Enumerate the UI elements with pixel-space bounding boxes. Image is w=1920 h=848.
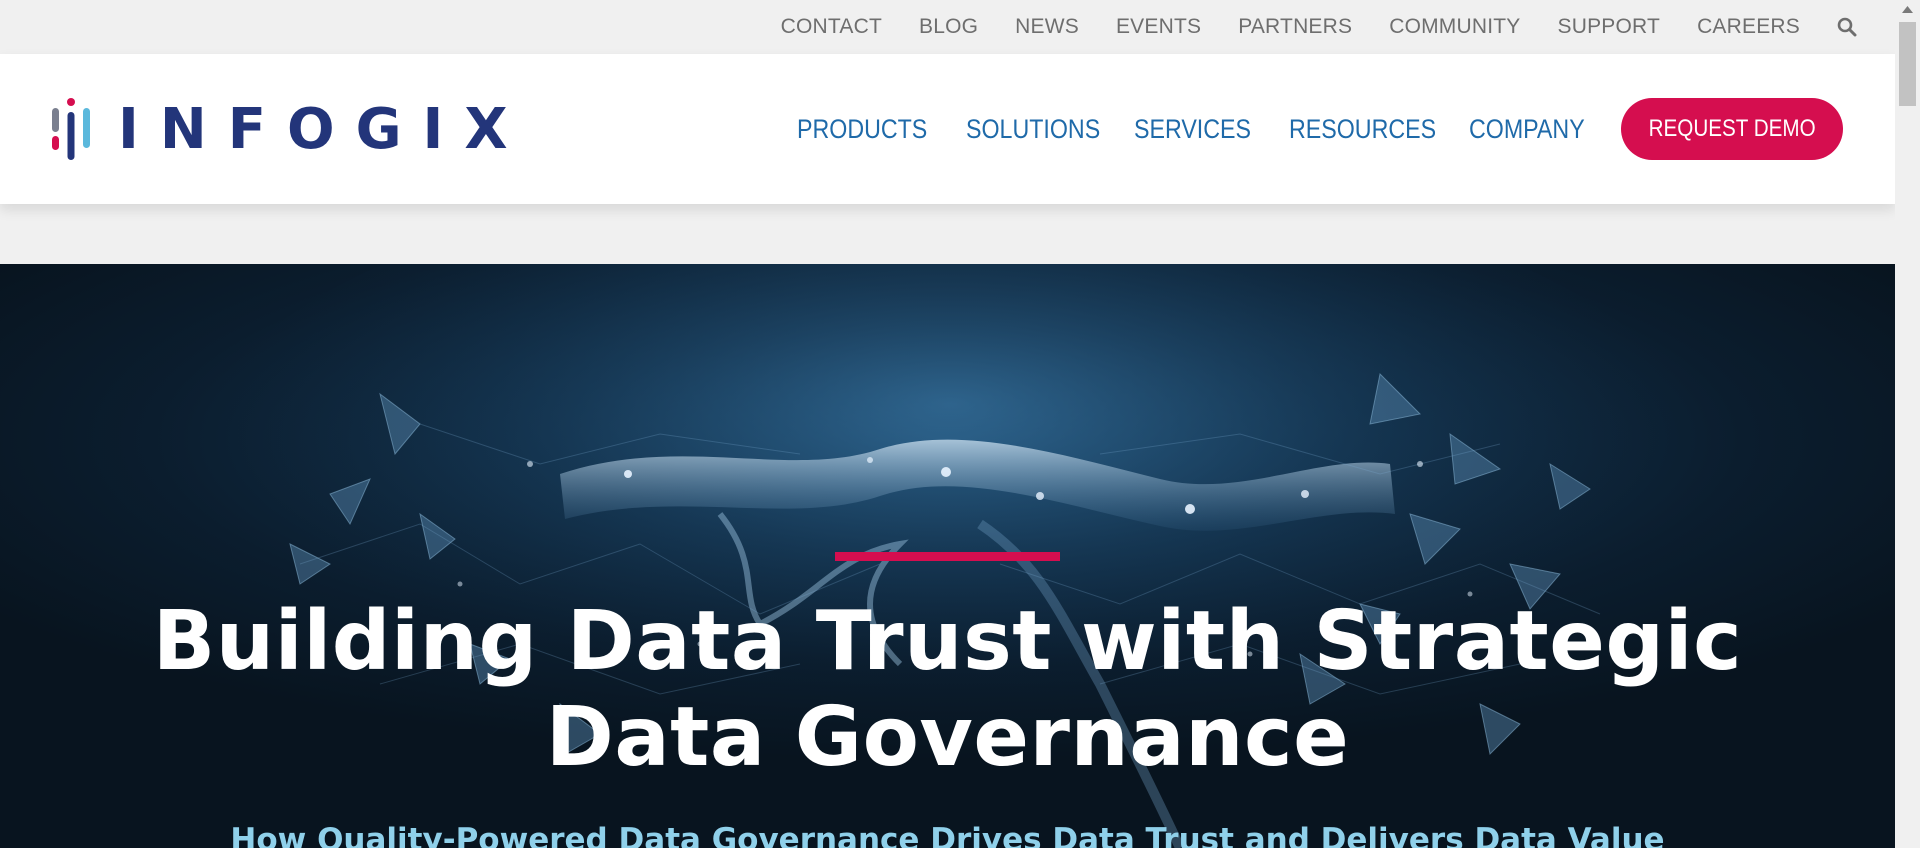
page-scrollbar[interactable]: [1895, 0, 1920, 848]
nav-resources[interactable]: RESOURCES: [1289, 114, 1436, 145]
utility-link-partners[interactable]: PARTNERS: [1238, 15, 1352, 39]
utility-link-contact[interactable]: CONTACT: [781, 15, 882, 39]
scroll-up-arrow-icon[interactable]: [1895, 0, 1920, 20]
nav-solutions[interactable]: SOLUTIONS: [966, 114, 1100, 145]
scroll-thumb[interactable]: [1899, 22, 1916, 106]
hero-subtitle: How Quality-Powered Data Governance Driv…: [230, 822, 1665, 848]
primary-nav: PRODUCTS SOLUTIONS SERVICES RESOURCES CO…: [797, 54, 1624, 204]
utility-link-blog[interactable]: BLOG: [919, 15, 978, 39]
hero-title-line-2: Data Governance: [545, 690, 1350, 785]
search-icon[interactable]: [1837, 17, 1857, 37]
utility-link-events[interactable]: EVENTS: [1116, 15, 1201, 39]
utility-link-careers[interactable]: CAREERS: [1697, 15, 1800, 39]
utility-link-news[interactable]: NEWS: [1015, 15, 1079, 39]
logo-wordmark: INFOGIX: [118, 97, 529, 162]
hero-banner: Building Data Trust with Strategic Data …: [0, 264, 1895, 848]
hero-title-line-1: Building Data Trust with Strategic: [152, 594, 1743, 689]
logo-mark-icon: [52, 98, 90, 160]
infogix-logo[interactable]: INFOGIX: [52, 98, 529, 162]
utility-link-support[interactable]: SUPPORT: [1558, 15, 1661, 39]
nav-company[interactable]: COMPANY: [1469, 114, 1585, 145]
nav-products[interactable]: PRODUCTS: [797, 114, 927, 145]
request-demo-label: REQUEST DEMO: [1648, 115, 1816, 142]
main-header: INFOGIX PRODUCTS SOLUTIONS SERVICES RESO…: [0, 54, 1895, 204]
utility-nav: CONTACT BLOG NEWS EVENTS PARTNERS COMMUN…: [0, 0, 1895, 54]
nav-services[interactable]: SERVICES: [1134, 114, 1251, 145]
hero-accent-rule: [835, 552, 1060, 561]
request-demo-button[interactable]: REQUEST DEMO: [1621, 98, 1843, 160]
hero-title: Building Data Trust with Strategic Data …: [0, 594, 1895, 786]
utility-link-community[interactable]: COMMUNITY: [1389, 15, 1520, 39]
